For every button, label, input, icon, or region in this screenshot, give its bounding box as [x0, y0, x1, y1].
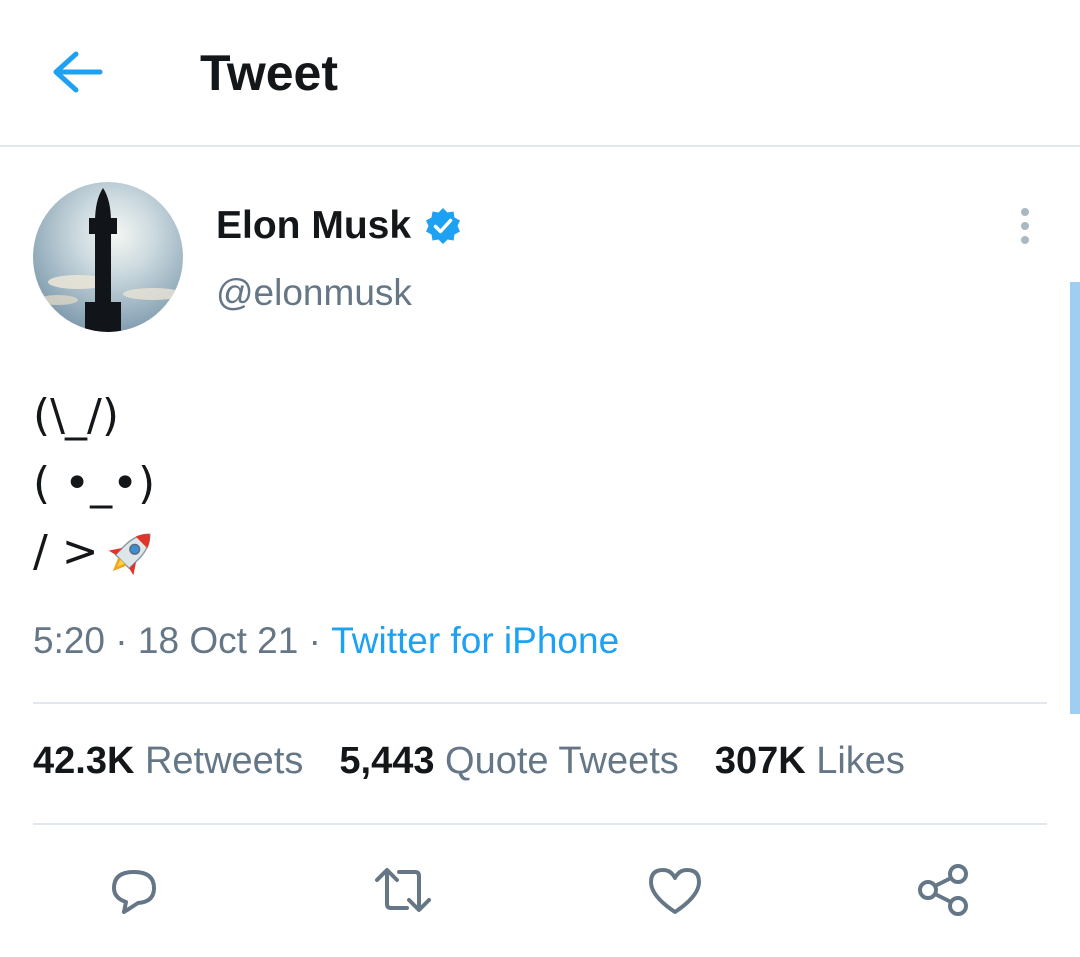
tweet-line-last: / >: [33, 518, 161, 586]
share-button[interactable]: [914, 860, 974, 920]
like-button[interactable]: [645, 860, 705, 920]
likes-label: Likes: [816, 740, 905, 782]
separator: ·: [105, 620, 138, 661]
divider: [33, 702, 1047, 704]
tweet-time: 5:20: [33, 620, 106, 661]
author-name-row[interactable]: Elon Musk: [216, 204, 463, 248]
arrow-left-icon: [53, 51, 103, 93]
likes-count: 307K: [714, 740, 806, 782]
tweet-actions: [0, 860, 1080, 920]
reply-icon: [112, 870, 156, 914]
tweet-line: (\_/): [33, 390, 119, 441]
top-bar: Tweet: [0, 0, 1080, 147]
avatar[interactable]: [33, 182, 183, 332]
verified-badge-icon: [426, 208, 461, 244]
retweets-count: 42.3K: [33, 740, 135, 782]
tweet-date: 18 Oct 21: [137, 620, 299, 661]
tweet-meta: 5:20 · 18 Oct 21 · Twitter for iPhone: [33, 620, 619, 662]
quote-tweets-label: Quote Tweets: [445, 740, 679, 782]
retweets-label: Retweets: [144, 740, 304, 782]
retweet-icon: [375, 868, 431, 912]
tweet-line: ( •_•): [33, 458, 156, 509]
author-handle[interactable]: @elonmusk: [216, 272, 412, 314]
author-name[interactable]: Elon Musk: [216, 204, 411, 248]
tweet-source-link[interactable]: Twitter for iPhone: [331, 620, 619, 662]
more-options-button[interactable]: [1010, 206, 1040, 246]
reply-button[interactable]: [104, 860, 164, 920]
separator: ·: [298, 620, 332, 661]
quote-tweets-stat[interactable]: 5,443 Quote Tweets: [339, 740, 678, 783]
heart-icon: [649, 868, 701, 914]
engagement-stats: 42.3K Retweets 5,443 Quote Tweets 307K L…: [33, 740, 941, 783]
page-title: Tweet: [200, 45, 338, 101]
retweets-stat[interactable]: 42.3K Retweets: [33, 740, 303, 783]
retweet-button[interactable]: [373, 860, 433, 920]
more-vertical-icon: [1021, 208, 1029, 244]
share-icon: [918, 864, 968, 916]
quote-tweets-count: 5,443: [339, 740, 435, 782]
back-button[interactable]: [50, 48, 106, 96]
tweet-line-text: / >: [33, 526, 99, 577]
rocket-icon: [108, 533, 151, 576]
tweet-text: (\_/) ( •_•) / >: [33, 382, 161, 586]
likes-stat[interactable]: 307K Likes: [715, 740, 905, 783]
divider: [33, 823, 1047, 825]
scrollbar[interactable]: [1070, 282, 1080, 714]
